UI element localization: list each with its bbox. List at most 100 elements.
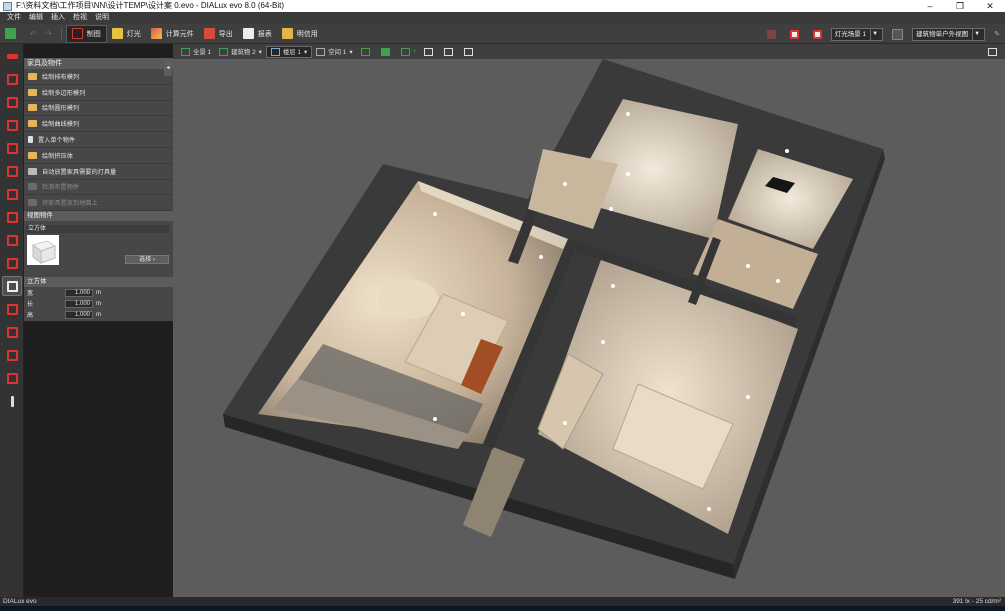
length-field[interactable]: 1.000 <box>65 299 93 308</box>
calc-settings-icon[interactable] <box>785 25 808 43</box>
light-scene-select[interactable]: 灯光场景 1 ▼ <box>830 27 884 41</box>
ceiling-icon[interactable] <box>2 253 22 273</box>
roof-icon[interactable] <box>2 207 22 227</box>
calculation-icon <box>150 28 162 39</box>
view-option-c[interactable]: + <box>397 46 421 58</box>
fit-icon <box>424 47 434 56</box>
selected-object-header: 视图物件 <box>24 211 173 222</box>
view-dimension[interactable] <box>460 46 480 58</box>
chevron-down-icon: ▼ <box>870 28 879 40</box>
view-storey[interactable]: 楼层 1 ▾ <box>265 45 313 58</box>
calc-run-icon[interactable] <box>808 25 831 43</box>
view-building-label: 建筑物 2 <box>231 49 256 56</box>
list-item[interactable]: 绘制曲线模列 <box>24 116 173 133</box>
menu-edit[interactable]: 编辑 <box>25 12 47 24</box>
tool-icon <box>28 199 37 207</box>
save-icon[interactable] <box>0 25 25 43</box>
building-shell[interactable] <box>223 59 883 564</box>
menu-file[interactable]: 文件 <box>3 12 25 24</box>
scene-options-icon[interactable] <box>887 25 912 43</box>
3d-viewport[interactable] <box>173 59 1005 597</box>
building-icon <box>219 47 229 56</box>
tool-icon <box>28 72 37 80</box>
window-icon[interactable] <box>2 230 22 250</box>
tab-drawing[interactable]: 制图 <box>65 24 107 43</box>
view-building[interactable]: 建筑物 2 ▾ <box>215 46 266 58</box>
list-item-label: 置入单个物件 <box>38 137 76 145</box>
drawing-icon <box>71 28 83 39</box>
select-button[interactable]: 选择 › <box>125 255 169 264</box>
wall-icon[interactable] <box>2 161 22 181</box>
tab-light[interactable]: 灯光 <box>107 25 146 43</box>
list-item-label: 绘制圆形模列 <box>42 105 80 113</box>
menu-bar: 文件 编辑 插入 检视 说明 − + 94 % 爆炸 <box>0 12 1005 35</box>
menu-view[interactable]: 检视 <box>69 12 91 24</box>
status-illuminance: 391 lx - 25 cd/m² <box>952 598 1001 605</box>
building-icon[interactable] <box>2 92 22 112</box>
dimensions-header: 立方体 <box>24 277 173 288</box>
more-tools-icon[interactable] <box>2 391 22 411</box>
list-item-label: 绘制排布模列 <box>42 73 80 81</box>
floor-plan-render[interactable] <box>173 59 1005 597</box>
calc-stop-icon[interactable] <box>762 25 785 43</box>
object-name: 立方体 <box>26 225 169 234</box>
view-room-label: 空间 1 <box>328 49 347 56</box>
redo-icon[interactable]: ↷ <box>41 25 57 43</box>
cube-preview <box>27 235 59 266</box>
view-mode-select[interactable]: 建筑物单户外视图 ▼ <box>912 27 986 41</box>
view-measure[interactable] <box>440 46 460 58</box>
view-option-b[interactable] <box>377 46 397 58</box>
tab-drawing-label: 制图 <box>86 30 101 38</box>
list-item[interactable]: 绘制挤压体 <box>24 148 173 164</box>
tab-calculation[interactable]: 计算元件 <box>146 25 199 43</box>
tab-export[interactable]: 导出 <box>199 25 238 43</box>
calc-object-icon[interactable] <box>2 322 22 342</box>
cube-icon <box>31 240 57 265</box>
list-item[interactable]: 绘制多边形模列 <box>24 85 173 101</box>
import-plan-icon[interactable] <box>2 46 22 66</box>
view-toolbar: 全景 1 建筑物 2 ▾ 楼层 1 ▾ 空间 1 ▾ + <box>173 44 1005 59</box>
export-icon <box>203 28 215 39</box>
tool-icon <box>28 88 37 96</box>
view-room[interactable]: 空间 1 ▾ <box>312 46 356 58</box>
menu-help[interactable]: 说明 <box>91 12 113 24</box>
list-item[interactable]: 绘制排布模列 <box>24 69 173 85</box>
undo-icon[interactable]: ↶ <box>25 25 41 43</box>
list-item[interactable]: 置入单个物件 <box>24 132 173 148</box>
width-field[interactable]: 1.000 <box>65 288 93 297</box>
view-option-a[interactable] <box>357 46 377 58</box>
divider <box>60 26 62 41</box>
list-item[interactable]: 绘制圆形模列 <box>24 101 173 117</box>
maximize-button[interactable]: ❐ <box>945 0 975 12</box>
menu-insert[interactable]: 插入 <box>47 12 69 24</box>
list-item-label: 将家具置放到地面上 <box>42 200 98 208</box>
furniture-icon[interactable] <box>2 276 22 296</box>
fill-icon <box>380 47 390 56</box>
list-item-label: 自动放置家具需要的灯具量 <box>42 168 117 176</box>
list-item[interactable]: 将家具置放到地面上 <box>24 195 173 212</box>
measure-icon <box>444 47 454 56</box>
close-button[interactable]: ✕ <box>975 0 1005 12</box>
view-fit[interactable] <box>420 46 440 58</box>
cut-icon[interactable] <box>2 345 22 365</box>
view-scene[interactable]: 全景 1 <box>177 46 215 58</box>
tab-report[interactable]: 报表 <box>238 25 277 43</box>
door-icon[interactable] <box>2 184 22 204</box>
room-icon[interactable] <box>2 138 22 158</box>
render-icon[interactable] <box>2 368 22 388</box>
tab-calculation-label: 计算元件 <box>165 30 194 38</box>
panel-collapse-button[interactable]: ◂ <box>164 60 172 76</box>
dimension-icon <box>464 47 474 56</box>
height-field[interactable]: 1.000 <box>65 310 93 319</box>
minimize-button[interactable]: – <box>915 0 945 12</box>
tab-postcard[interactable]: 明信用 <box>277 25 323 43</box>
chevron-down-icon: ▾ <box>303 48 308 56</box>
storey-icon[interactable] <box>2 115 22 135</box>
sofa[interactable] <box>378 279 438 319</box>
list-item[interactable]: 检测布置物件 <box>24 180 173 196</box>
pen-icon[interactable]: ✎ <box>989 25 1005 43</box>
list-item[interactable]: 自动放置家具需要的灯具量 <box>24 164 173 180</box>
monitor-button[interactable] <box>984 46 1001 58</box>
material-icon[interactable] <box>2 299 22 319</box>
site-icon[interactable] <box>2 69 22 89</box>
